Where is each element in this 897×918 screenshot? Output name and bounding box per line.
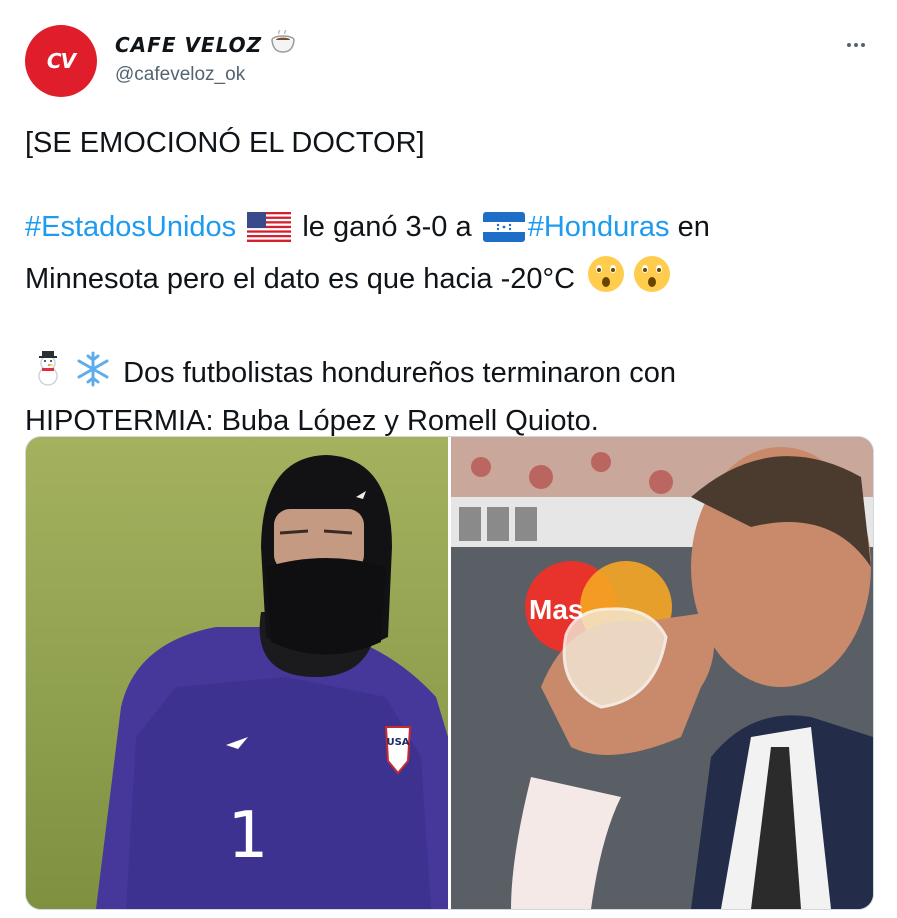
media-grid: USA 1 Mas xyxy=(25,436,874,910)
display-name[interactable]: CAFE VELOZ xyxy=(115,33,262,57)
tweet-line-text: Minnesota pero el dato es que hacia -20°… xyxy=(25,263,576,295)
astonished-face-icon xyxy=(586,254,626,306)
hashtag-estadosunidos[interactable]: #EstadosUnidos xyxy=(25,211,236,243)
snowflake-icon xyxy=(74,350,112,400)
jersey-number: 1 xyxy=(228,799,269,873)
avatar-logo-text: CV xyxy=(46,49,76,73)
tweet-line-text: Dos futbolistas hondureños terminaron co… xyxy=(123,357,676,389)
coffee-cup-icon xyxy=(270,29,296,59)
headline: [SE EMOCIONÓ EL DOCTOR] xyxy=(25,127,425,159)
tweet-line: Minnesota pero el dato es que hacia -20°… xyxy=(25,254,865,306)
snowman-icon xyxy=(28,348,68,400)
photo-goalkeeper[interactable]: USA 1 xyxy=(26,437,448,909)
name-row: CAFE VELOZ xyxy=(115,29,296,59)
tweet-line: Dos futbolistas hondureños terminaron co… xyxy=(25,348,865,400)
tweet-text: [SE EMOCIONÓ EL DOCTOR] #EstadosUnidos l… xyxy=(25,122,865,442)
crest-text: USA xyxy=(386,737,409,748)
tweet-line-text: le ganó 3-0 a xyxy=(302,211,472,243)
handle[interactable]: @cafeveloz_ok xyxy=(115,64,245,86)
tweet-line: #EstadosUnidos le ganó 3-0 a #Honduras e… xyxy=(25,206,865,254)
photo-coach[interactable]: Mas xyxy=(451,437,873,909)
hashtag-honduras[interactable]: #Honduras xyxy=(528,211,670,243)
honduras-flag-icon xyxy=(482,212,525,254)
astonished-face-icon xyxy=(632,254,672,306)
avatar[interactable]: CV xyxy=(25,25,97,97)
more-icon[interactable] xyxy=(841,30,871,60)
us-flag-icon xyxy=(247,212,292,254)
tweet-line-text: en xyxy=(677,211,710,243)
tweet: CV CAFE VELOZ @cafeveloz_ok [SE EMOCIONÓ… xyxy=(0,0,897,918)
